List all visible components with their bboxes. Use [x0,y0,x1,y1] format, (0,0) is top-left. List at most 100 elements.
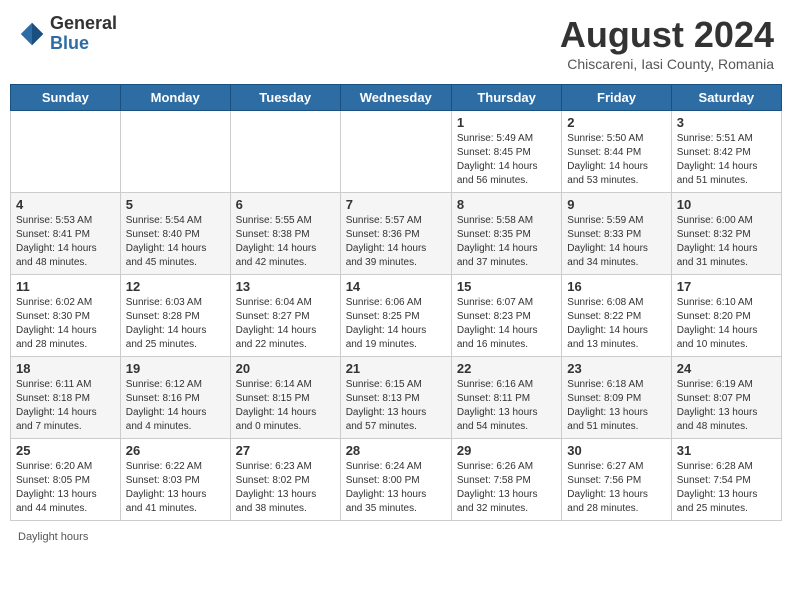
day-info: Sunrise: 5:53 AM Sunset: 8:41 PM Dayligh… [16,214,115,270]
day-number: 13 [236,279,335,294]
day-info: Sunrise: 5:51 AM Sunset: 8:42 PM Dayligh… [677,132,776,188]
logo-blue-text: Blue [50,34,117,54]
calendar-cell: 11Sunrise: 6:02 AM Sunset: 8:30 PM Dayli… [11,275,121,357]
calendar-cell: 20 Sunrise: 6:14 AM Sunset: 8:15 PM Dayli… [230,357,340,439]
day-info: Sunrise: 6:28 AM Sunset: 7:54 PM Dayligh… [677,460,776,516]
calendar-header-row: SundayMondayTuesdayWednesdayThursdayFrid… [11,85,782,111]
calendar-week-5: 25Sunrise: 6:20 AM Sunset: 8:05 PM Dayli… [11,439,782,521]
day-number: 15 [457,279,556,294]
calendar-cell [11,111,121,193]
calendar-week-1: 1 Sunrise: 5:49 AM Sunset: 8:45 PM Daylig… [11,111,782,193]
day-number: 27 [236,443,335,458]
day-number: 17 [677,279,776,294]
calendar-cell: 18 Sunrise: 6:11 AM Sunset: 8:18 PM Dayli… [11,357,121,439]
day-number: 5 [126,197,225,212]
day-number: 22 [457,361,556,376]
logo: General Blue [18,14,117,54]
calendar-cell: 14Sunrise: 6:06 AM Sunset: 8:25 PM Dayli… [340,275,451,357]
calendar-cell: 8Sunrise: 5:58 AM Sunset: 8:35 PM Daylig… [451,193,561,275]
calendar-cell: 17 Sunrise: 6:10 AM Sunset: 8:20 PM Dayli… [671,275,781,357]
day-info: Sunrise: 6:07 AM Sunset: 8:23 PM Dayligh… [457,296,556,352]
day-info: Sunrise: 5:59 AM Sunset: 8:33 PM Dayligh… [567,214,665,270]
calendar-cell [340,111,451,193]
day-number: 29 [457,443,556,458]
day-info: Sunrise: 6:10 AM Sunset: 8:20 PM Dayligh… [677,296,776,352]
calendar-cell: 21 Sunrise: 6:15 AM Sunset: 8:13 PM Dayli… [340,357,451,439]
calendar-cell: 31 Sunrise: 6:28 AM Sunset: 7:54 PM Dayli… [671,439,781,521]
logo-icon [18,20,46,48]
calendar-cell: 5 Sunrise: 5:54 AM Sunset: 8:40 PM Daylig… [120,193,230,275]
day-number: 1 [457,115,556,130]
day-number: 19 [126,361,225,376]
calendar-cell: 29 Sunrise: 6:26 AM Sunset: 7:58 PM Dayli… [451,439,561,521]
calendar-cell: 13 Sunrise: 6:04 AM Sunset: 8:27 PM Dayli… [230,275,340,357]
day-number: 20 [236,361,335,376]
day-number: 14 [346,279,446,294]
column-header-sunday: Sunday [11,85,121,111]
day-info: Sunrise: 6:15 AM Sunset: 8:13 PM Dayligh… [346,378,446,434]
day-number: 8 [457,197,556,212]
day-info: Sunrise: 6:04 AM Sunset: 8:27 PM Dayligh… [236,296,335,352]
day-info: Sunrise: 5:55 AM Sunset: 8:38 PM Dayligh… [236,214,335,270]
title-area: August 2024 Chiscareni, Iasi County, Rom… [560,14,774,72]
day-info: Sunrise: 6:18 AM Sunset: 8:09 PM Dayligh… [567,378,665,434]
calendar-week-2: 4 Sunrise: 5:53 AM Sunset: 8:41 PM Daylig… [11,193,782,275]
calendar-cell: 3 Sunrise: 5:51 AM Sunset: 8:42 PM Daylig… [671,111,781,193]
day-info: Sunrise: 6:24 AM Sunset: 8:00 PM Dayligh… [346,460,446,516]
calendar-cell: 22Sunrise: 6:16 AM Sunset: 8:11 PM Dayli… [451,357,561,439]
calendar-cell: 4 Sunrise: 5:53 AM Sunset: 8:41 PM Daylig… [11,193,121,275]
calendar-cell: 10Sunrise: 6:00 AM Sunset: 8:32 PM Dayli… [671,193,781,275]
day-number: 10 [677,197,776,212]
day-number: 30 [567,443,665,458]
day-number: 3 [677,115,776,130]
page-header: General Blue August 2024 Chiscareni, Ias… [10,10,782,76]
day-number: 31 [677,443,776,458]
day-info: Sunrise: 5:54 AM Sunset: 8:40 PM Dayligh… [126,214,225,270]
calendar-cell: 19 Sunrise: 6:12 AM Sunset: 8:16 PM Dayli… [120,357,230,439]
calendar-cell: 12Sunrise: 6:03 AM Sunset: 8:28 PM Dayli… [120,275,230,357]
calendar-cell: 25Sunrise: 6:20 AM Sunset: 8:05 PM Dayli… [11,439,121,521]
column-header-wednesday: Wednesday [340,85,451,111]
day-number: 28 [346,443,446,458]
calendar-week-4: 18 Sunrise: 6:11 AM Sunset: 8:18 PM Dayli… [11,357,782,439]
calendar-cell [120,111,230,193]
day-number: 6 [236,197,335,212]
calendar-table: SundayMondayTuesdayWednesdayThursdayFrid… [10,84,782,521]
calendar-cell: 24Sunrise: 6:19 AM Sunset: 8:07 PM Dayli… [671,357,781,439]
column-header-monday: Monday [120,85,230,111]
calendar-cell: 30 Sunrise: 6:27 AM Sunset: 7:56 PM Dayli… [562,439,671,521]
day-number: 21 [346,361,446,376]
logo-general-text: General [50,14,117,34]
day-info: Sunrise: 5:49 AM Sunset: 8:45 PM Dayligh… [457,132,556,188]
calendar-cell: 26Sunrise: 6:22 AM Sunset: 8:03 PM Dayli… [120,439,230,521]
day-info: Sunrise: 6:12 AM Sunset: 8:16 PM Dayligh… [126,378,225,434]
footer: Daylight hours [10,529,782,545]
day-number: 2 [567,115,665,130]
day-number: 7 [346,197,446,212]
calendar-cell: 1 Sunrise: 5:49 AM Sunset: 8:45 PM Daylig… [451,111,561,193]
location: Chiscareni, Iasi County, Romania [560,56,774,72]
column-header-tuesday: Tuesday [230,85,340,111]
day-info: Sunrise: 6:26 AM Sunset: 7:58 PM Dayligh… [457,460,556,516]
day-number: 18 [16,361,115,376]
calendar-cell: 23 Sunrise: 6:18 AM Sunset: 8:09 PM Dayli… [562,357,671,439]
day-info: Sunrise: 6:19 AM Sunset: 8:07 PM Dayligh… [677,378,776,434]
day-info: Sunrise: 6:11 AM Sunset: 8:18 PM Dayligh… [16,378,115,434]
day-number: 12 [126,279,225,294]
day-info: Sunrise: 5:57 AM Sunset: 8:36 PM Dayligh… [346,214,446,270]
day-number: 23 [567,361,665,376]
calendar-cell: 27Sunrise: 6:23 AM Sunset: 8:02 PM Dayli… [230,439,340,521]
day-info: Sunrise: 6:14 AM Sunset: 8:15 PM Dayligh… [236,378,335,434]
day-number: 9 [567,197,665,212]
column-header-saturday: Saturday [671,85,781,111]
calendar-cell: 9 Sunrise: 5:59 AM Sunset: 8:33 PM Daylig… [562,193,671,275]
day-number: 4 [16,197,115,212]
calendar-cell: 16Sunrise: 6:08 AM Sunset: 8:22 PM Dayli… [562,275,671,357]
month-year: August 2024 [560,14,774,56]
daylight-label: Daylight hours [18,531,88,543]
calendar-cell: 7 Sunrise: 5:57 AM Sunset: 8:36 PM Daylig… [340,193,451,275]
day-info: Sunrise: 6:27 AM Sunset: 7:56 PM Dayligh… [567,460,665,516]
day-info: Sunrise: 5:50 AM Sunset: 8:44 PM Dayligh… [567,132,665,188]
day-number: 26 [126,443,225,458]
day-info: Sunrise: 6:20 AM Sunset: 8:05 PM Dayligh… [16,460,115,516]
